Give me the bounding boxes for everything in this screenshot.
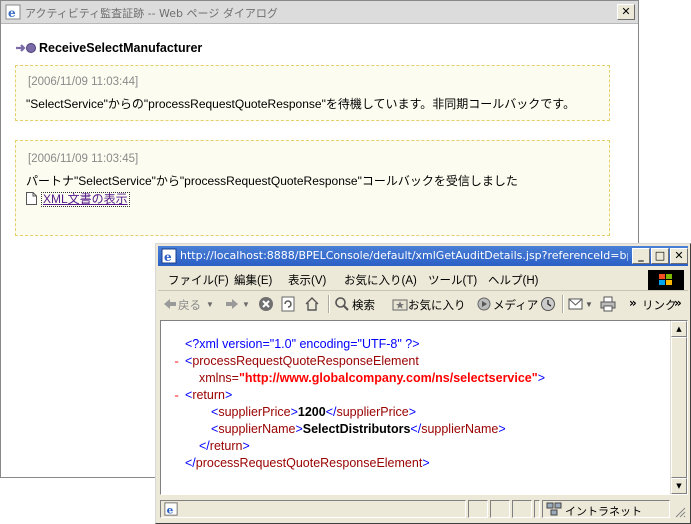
xml-supplier-name: <supplierName>SelectDistributors</suppli…	[211, 422, 506, 436]
stop-icon	[259, 297, 273, 311]
xml-root-open: <processRequestQuoteResponseElement	[185, 354, 419, 368]
intranet-icon	[546, 502, 562, 516]
forward-button[interactable]: ▼	[224, 295, 254, 313]
svg-text:e: e	[8, 6, 16, 20]
ie-page-icon: e	[5, 4, 21, 20]
status-bar: e イントラネット	[158, 498, 688, 520]
refresh-button[interactable]	[280, 295, 298, 313]
collapse-toggle[interactable]: -	[173, 355, 180, 369]
status-cell	[534, 500, 540, 518]
history-button[interactable]	[540, 295, 558, 313]
xml-viewer-window: e http://localhost:8888/BPELConsole/defa…	[155, 243, 691, 524]
windows-logo	[648, 270, 684, 290]
stop-button[interactable]	[258, 295, 276, 313]
dialog-title-bar[interactable]: e アクティビティ監査証跡 -- Web ページ ダイアログ ✕	[1, 1, 638, 24]
status-zone-cell: イントラネット	[542, 500, 670, 518]
refresh-icon	[281, 296, 295, 312]
popup-close-button[interactable]: ✕	[670, 248, 688, 264]
xml-tag-name: processRequestQuoteResponseElement	[192, 354, 419, 368]
favorites-icon	[392, 299, 408, 311]
back-arrow-icon	[164, 299, 176, 309]
ie-page-icon: e	[161, 248, 177, 264]
xml-content-pane[interactable]: <?xml version="1.0" encoding="UTF-8" ?> …	[160, 320, 688, 495]
search-icon	[335, 297, 349, 311]
audit-entry: [2006/11/09 11:03:44] "SelectService"からの…	[15, 65, 610, 121]
popup-title-bar[interactable]: e http://localhost:8888/BPELConsole/defa…	[158, 246, 688, 266]
windows-flag-icon	[659, 274, 672, 285]
popup-title: http://localhost:8888/BPELConsole/defaul…	[180, 249, 628, 262]
status-cell	[490, 500, 510, 518]
xml-return-close: </return>	[199, 439, 250, 453]
toolbar: 戻る ▼ ▼ 検索 お気に入り メディア ▼ » リンク »	[158, 292, 688, 316]
search-button[interactable]: 検索	[334, 295, 384, 313]
entry-message: "SelectService"からの"processRequestQuoteRe…	[26, 97, 576, 111]
dialog-close-button[interactable]: ✕	[617, 4, 635, 20]
xml-namespace-value: "http://www.globalcompany.com/ns/selects…	[238, 371, 538, 385]
xml-supplier-price: <supplierPrice>1200</supplierPrice>	[211, 405, 417, 419]
status-main-cell: e	[160, 500, 466, 518]
entry-timestamp: [2006/11/09 11:03:45]	[28, 153, 139, 165]
collapse-toggle[interactable]: -	[173, 389, 180, 403]
print-icon	[600, 296, 616, 312]
receive-activity-icon	[16, 43, 36, 53]
home-icon	[305, 297, 319, 311]
entry-message: パートナ"SelectService"から"processRequestQuot…	[26, 174, 518, 188]
supplier-price-value: 1200	[297, 405, 326, 419]
toolbar-separator	[328, 295, 329, 313]
status-cell	[468, 500, 488, 518]
vertical-scrollbar[interactable]: ▲ ▼	[670, 321, 687, 494]
back-button[interactable]: 戻る ▼	[162, 295, 218, 313]
status-cell	[512, 500, 532, 518]
menu-file[interactable]: ファイル(F)	[168, 272, 229, 288]
dialog-title: アクティビティ監査証跡 -- Web ページ ダイアログ	[25, 7, 278, 20]
back-dropdown-icon[interactable]: ▼	[206, 300, 214, 309]
security-zone-label: イントラネット	[565, 506, 642, 518]
xml-namespace-attr: xmlns="http://www.globalcompany.com/ns/s…	[199, 371, 546, 385]
document-icon	[26, 192, 37, 205]
forward-arrow-icon	[226, 299, 238, 309]
scrollbar-thumb[interactable]	[671, 337, 687, 478]
back-label: 戻る	[178, 300, 201, 312]
xml-return-open: <return>	[185, 388, 233, 402]
minimize-button[interactable]: _	[632, 248, 650, 264]
mail-icon	[568, 298, 583, 310]
print-button[interactable]	[600, 295, 618, 313]
mail-button[interactable]: ▼	[568, 295, 596, 313]
menu-help[interactable]: ヘルプ(H)	[488, 272, 538, 288]
links-more-chevron[interactable]: »	[674, 296, 682, 310]
page-done-icon: e	[164, 502, 178, 516]
maximize-button[interactable]: □	[651, 248, 669, 264]
xml-declaration: <?xml version="1.0" encoding="UTF-8" ?>	[185, 337, 420, 351]
menu-tools[interactable]: ツール(T)	[428, 272, 477, 288]
menu-view[interactable]: 表示(V)	[288, 272, 326, 288]
media-icon	[477, 297, 491, 311]
toolbar-separator	[562, 295, 563, 313]
entry-timestamp: [2006/11/09 11:03:44]	[28, 76, 139, 88]
svg-text:e: e	[164, 250, 172, 264]
view-xml-document-link[interactable]: XML文書の表示	[41, 192, 130, 207]
svg-text:e: e	[167, 504, 174, 516]
links-label[interactable]: リンク	[642, 297, 677, 313]
scroll-down-arrow-icon[interactable]: ▼	[671, 478, 687, 494]
search-label: 検索	[352, 300, 375, 312]
xml-root-close: </processRequestQuoteResponseElement>	[185, 456, 430, 470]
scroll-up-arrow-icon[interactable]: ▲	[671, 321, 687, 337]
toolbar-more-chevron[interactable]: »	[629, 296, 637, 310]
favorites-button[interactable]: お気に入り	[392, 295, 466, 313]
media-button[interactable]: メディア	[476, 295, 538, 313]
activity-name: ReceiveSelectManufacturer	[39, 41, 203, 55]
menu-favorites[interactable]: お気に入り(A)	[344, 272, 417, 288]
mail-dropdown-icon[interactable]: ▼	[585, 300, 593, 309]
home-button[interactable]	[304, 295, 322, 313]
resize-grip-icon[interactable]	[674, 506, 686, 518]
history-icon	[541, 297, 555, 311]
menu-bar: ファイル(F) 編集(E) 表示(V) お気に入り(A) ツール(T) ヘルプ(…	[158, 268, 688, 291]
supplier-name-value: SelectDistributors	[302, 422, 411, 436]
favorites-label: お気に入り	[408, 300, 466, 312]
forward-dropdown-icon[interactable]: ▼	[242, 300, 250, 309]
audit-entry: [2006/11/09 11:03:45] パートナ"SelectService…	[15, 140, 610, 236]
media-label: メディア	[493, 300, 539, 312]
menu-edit[interactable]: 編集(E)	[234, 272, 272, 288]
